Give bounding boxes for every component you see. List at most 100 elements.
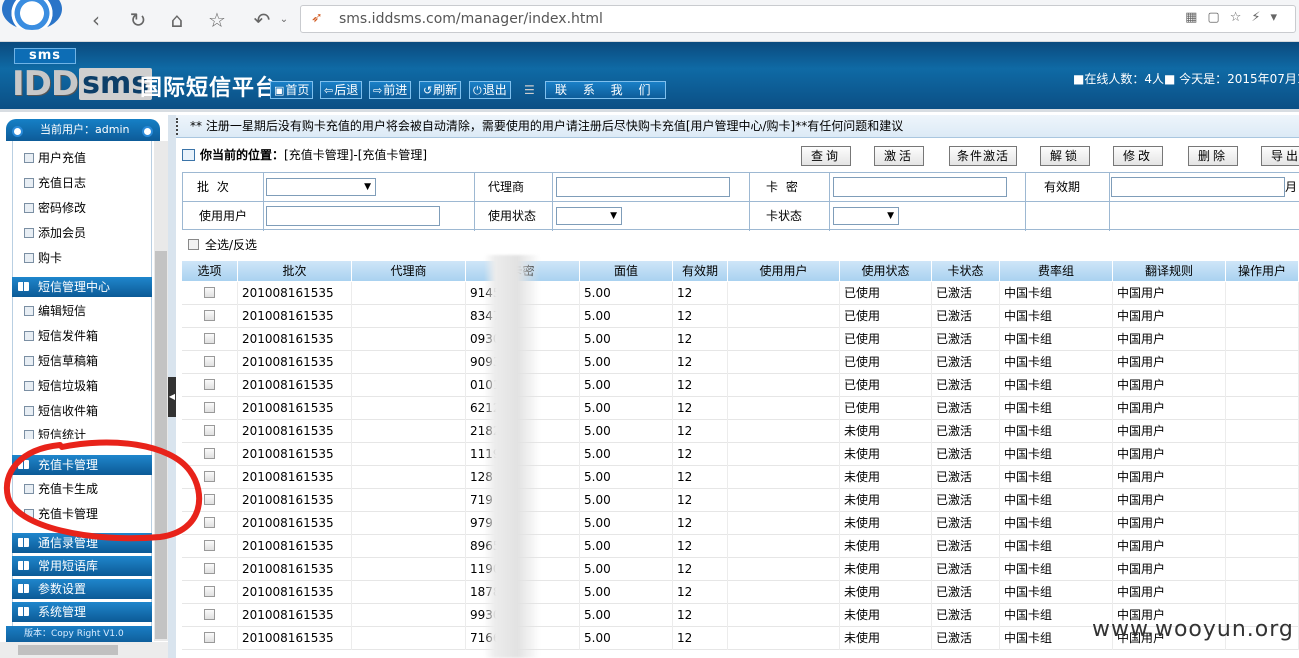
logout-button[interactable]: ⏻退出: [469, 81, 511, 99]
unlock-button[interactable]: 解锁: [1040, 146, 1090, 166]
sidebar-head-phrases[interactable]: 常用短语库: [12, 556, 152, 576]
cell-user: [728, 397, 840, 420]
contact-button[interactable]: 联 系 我 们: [545, 81, 667, 99]
table-row[interactable]: 20100816153501015.0012已使用已激活中国卡组中国用户: [182, 374, 1299, 397]
table-row[interactable]: 20100816153511195.0012未使用已激活中国卡组中国用户: [182, 443, 1299, 466]
select-all-checkbox[interactable]: [188, 239, 199, 250]
conditional-activate-button[interactable]: 条件激活: [949, 146, 1017, 166]
sidebar-item-outbox[interactable]: 短信发件箱: [24, 326, 98, 346]
cell-batch: 201008161535: [238, 558, 352, 581]
cell-rule: 中国用户: [1113, 374, 1226, 397]
sidebar-item-inbox[interactable]: 短信收件箱: [24, 401, 98, 421]
table-row[interactable]: 201008161535093065.0012已使用已激活中国卡组中国用户: [182, 328, 1299, 351]
row-checkbox[interactable]: [204, 402, 215, 413]
star-icon[interactable]: ☆: [205, 8, 229, 32]
table-row[interactable]: 201008161535834735.0012已使用已激活中国卡组中国用户: [182, 305, 1299, 328]
export-button[interactable]: 导出: [1261, 146, 1299, 166]
cell-validity: 12: [673, 489, 728, 512]
table-row[interactable]: 20100816153518785.0012未使用已激活中国卡组中国用户: [182, 581, 1299, 604]
back-button[interactable]: ⇦后退: [320, 81, 363, 99]
table-row[interactable]: 201008161535914515.0012已使用已激活中国卡组中国用户: [182, 282, 1299, 305]
delete-button[interactable]: 删除: [1188, 146, 1238, 166]
query-button[interactable]: 查询: [801, 146, 851, 166]
agent-input[interactable]: [556, 177, 730, 197]
row-checkbox[interactable]: [204, 333, 215, 344]
cell-card-status: 已激活: [932, 351, 1000, 374]
sidebar-horizontal-scrollbar[interactable]: [0, 642, 168, 658]
cell-rule: 中国用户: [1113, 420, 1226, 443]
sidebar-item-buy-card[interactable]: 购卡: [24, 248, 62, 268]
forward-button[interactable]: ⇨前进: [369, 81, 412, 99]
search-form: 批 次 ▼ 代理商 卡 密 有效期 月 使用用户 使用状态 ▼ 卡状态 ▼: [182, 172, 1299, 231]
table-row[interactable]: 20100816153521825.0012未使用已激活中国卡组中国用户: [182, 420, 1299, 443]
card-status-select[interactable]: ▼: [833, 207, 899, 225]
table-row[interactable]: 201008161535 719 5.00 12 未使用 已激活 中国卡组 中国用户: [182, 489, 1299, 512]
table-row[interactable]: 201008161535 979 5.00 12 未使用 已激活 中国卡组 中国用户: [182, 512, 1299, 535]
row-checkbox[interactable]: [204, 356, 215, 367]
sidebar-vertical-scrollbar[interactable]: [154, 141, 168, 641]
sidebar-item-recharge[interactable]: 用户充值: [24, 148, 86, 168]
batch-select[interactable]: ▼: [266, 178, 376, 196]
sidebar-item-trash[interactable]: 短信垃圾箱: [24, 376, 98, 396]
collapse-arrow-icon[interactable]: ◀: [168, 377, 176, 417]
row-checkbox[interactable]: [204, 632, 215, 643]
cell-user: [728, 351, 840, 374]
row-checkbox[interactable]: [204, 310, 215, 321]
cell-use-status: 已使用: [840, 328, 932, 351]
row-checkbox[interactable]: [204, 563, 215, 574]
table-row[interactable]: 20100816153511905.0012未使用已激活中国卡组中国用户: [182, 558, 1299, 581]
power-icon: ⏻: [473, 84, 482, 97]
table-row[interactable]: 20100816153589655.0012未使用已激活中国卡组中国用户: [182, 535, 1299, 558]
user-input[interactable]: [266, 206, 440, 226]
reload-icon[interactable]: ↻: [126, 8, 150, 32]
cell-validity: 12: [673, 397, 728, 420]
table-row[interactable]: 201008161535 128 5.00 12 未使用 已激活 中国卡组 中国用户: [182, 466, 1299, 489]
cell-rule: 中国用户: [1113, 282, 1226, 305]
cell-card-status: 已激活: [932, 397, 1000, 420]
sidebar-item-recharge-log[interactable]: 充值日志: [24, 173, 86, 193]
edit-button[interactable]: 修改: [1113, 146, 1163, 166]
chevron-down-icon[interactable]: ⌄: [272, 8, 296, 32]
column-header: 翻译规则: [1113, 261, 1226, 281]
sidebar-splitter[interactable]: ◀: [168, 115, 176, 658]
cell-agent: [352, 420, 466, 443]
book-icon: [18, 561, 29, 570]
select-all-toggle[interactable]: 全选/反选: [188, 237, 257, 253]
cell-use-status: 未使用: [840, 604, 932, 627]
scrollbar-thumb[interactable]: [18, 645, 118, 655]
use-status-select[interactable]: ▼: [556, 207, 622, 225]
back-icon[interactable]: ‹: [84, 8, 108, 32]
sidebar-head-settings[interactable]: 参数设置: [12, 579, 152, 599]
column-header: 面值: [580, 261, 673, 281]
address-bar-tools-icon[interactable]: ▦▢☆⚡▾: [1185, 10, 1287, 25]
validity-input[interactable]: [1111, 177, 1285, 197]
address-bar[interactable]: ➶ sms.iddsms.com/manager/index.html ▦▢☆⚡…: [300, 5, 1296, 33]
activate-button[interactable]: 激活: [874, 146, 924, 166]
bullet-icon: [24, 331, 34, 341]
sidebar-head-system[interactable]: 系统管理: [12, 602, 152, 622]
undo-icon[interactable]: ↶: [250, 8, 274, 32]
sidebar-head-sms-center[interactable]: 短信管理中心: [12, 277, 152, 297]
home-button[interactable]: ▣首页: [270, 81, 314, 99]
sidebar-item-edit-sms[interactable]: 编辑短信: [24, 301, 86, 321]
cell-use-status: 已使用: [840, 374, 932, 397]
cell-batch: 201008161535: [238, 305, 352, 328]
row-checkbox[interactable]: [204, 287, 215, 298]
row-checkbox[interactable]: [204, 586, 215, 597]
cell-card-status: 已激活: [932, 305, 1000, 328]
sidebar-item-add-member[interactable]: 添加会员: [24, 223, 86, 243]
home-icon[interactable]: ⌂: [165, 8, 189, 32]
row-checkbox[interactable]: [204, 609, 215, 620]
table-row[interactable]: 20100816153590935.0012已使用已激活中国卡组中国用户: [182, 351, 1299, 374]
cell-value: 5.00: [580, 443, 673, 466]
cell-card-status: 已激活: [932, 558, 1000, 581]
sidebar-item-password[interactable]: 密码修改: [24, 198, 86, 218]
sidebar-item-label: 编辑短信: [38, 304, 87, 318]
refresh-button[interactable]: ↺刷新: [419, 81, 462, 99]
row-checkbox[interactable]: [204, 379, 215, 390]
version-footer: 版本：Copy Right V1.0: [6, 626, 152, 642]
password-input[interactable]: [833, 177, 1007, 197]
sidebar-item-drafts[interactable]: 短信草稿箱: [24, 351, 98, 371]
table-row[interactable]: 20100816153562125.0012已使用已激活中国卡组中国用户: [182, 397, 1299, 420]
cell-operator: [1226, 328, 1299, 351]
